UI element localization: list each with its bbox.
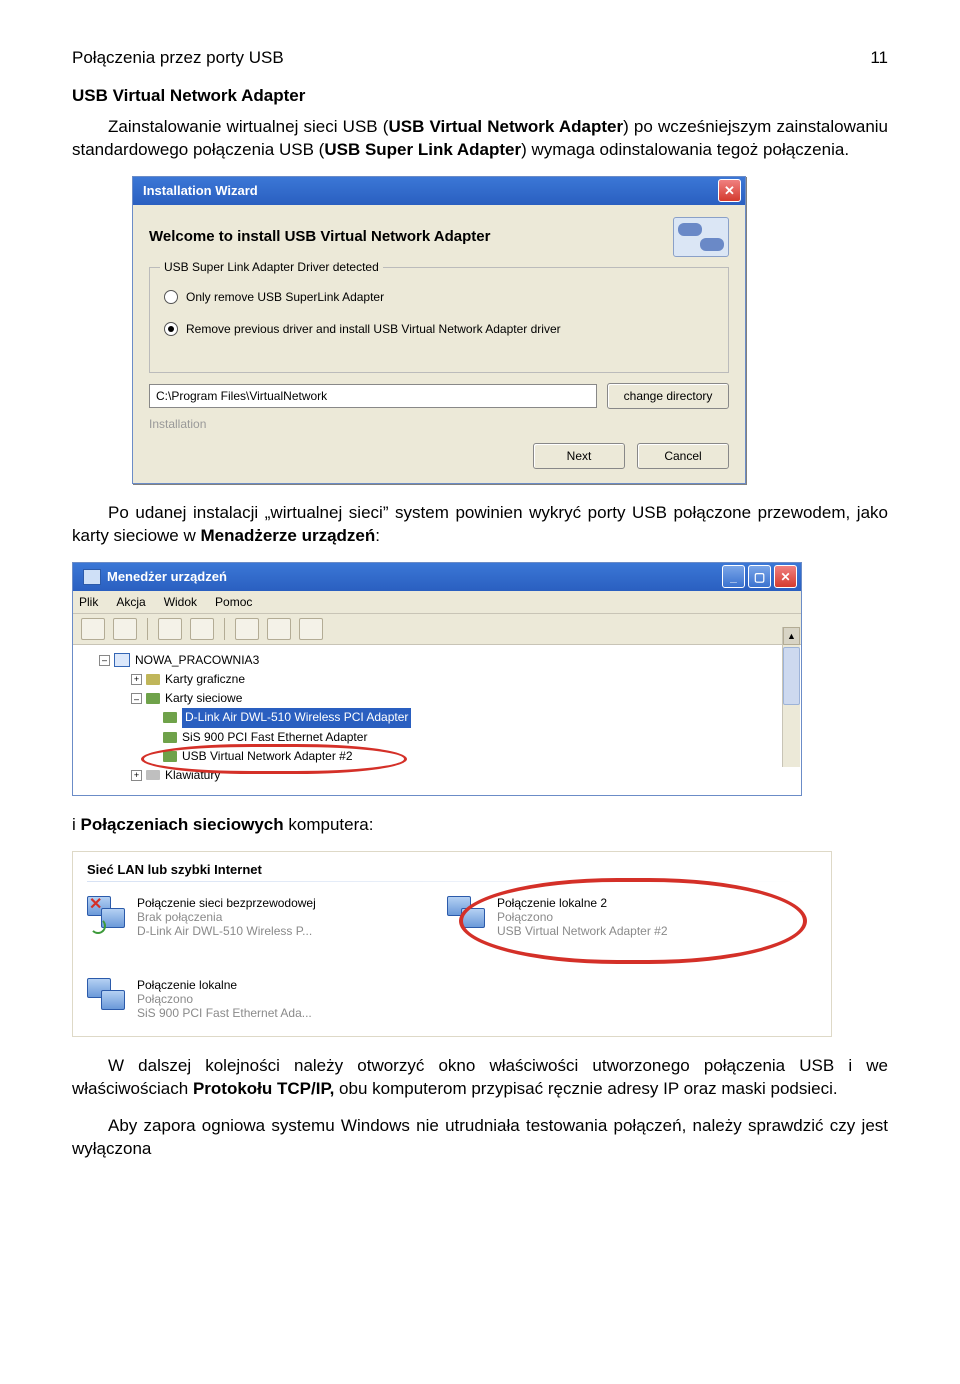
maximize-icon[interactable]: ▢: [748, 565, 771, 588]
lan-connection-icon: [87, 978, 127, 1014]
network-adapter-icon: [163, 732, 177, 743]
scrollbar[interactable]: ▲: [782, 627, 800, 767]
back-icon[interactable]: [81, 618, 105, 640]
tree-node-network[interactable]: –Karty sieciowe: [81, 689, 793, 708]
toolbar-icon[interactable]: [158, 618, 182, 640]
paragraph-1: Zainstalowanie wirtualnej sieci USB (USB…: [72, 116, 888, 162]
paragraph-2: Po udanej instalacji „wirtualnej sieci” …: [72, 502, 888, 548]
paragraph-3: i Połączeniach sieciowych komputera:: [72, 814, 888, 837]
device-tree: –NOWA_PRACOWNIA3 +Karty graficzne –Karty…: [73, 645, 801, 795]
radio-icon: [164, 290, 178, 304]
menu-file[interactable]: Plik: [79, 595, 98, 609]
menu-action[interactable]: Akcja: [116, 595, 145, 609]
connection-wireless[interactable]: ✕ Połączenie sieci bezprzewodowej Brak p…: [87, 896, 407, 938]
disconnected-icon: ✕: [89, 898, 103, 912]
network-connections-panel: Sieć LAN lub szybki Internet ✕ Połączeni…: [72, 851, 832, 1037]
paragraph-5: Aby zapora ogniowa systemu Windows nie u…: [72, 1115, 888, 1161]
group-legend: USB Super Link Adapter Driver detected: [160, 260, 383, 274]
page-header: Połączenia przez porty USB 11: [72, 48, 888, 68]
tree-node-keyboards[interactable]: +Klawiatury: [81, 766, 793, 785]
wizard-titlebar: Installation Wizard ✕: [133, 177, 745, 205]
network-adapter-icon: [146, 693, 160, 704]
wizard-welcome-text: Welcome to install USB Virtual Network A…: [149, 228, 490, 247]
network-adapter-icon: [163, 712, 177, 723]
computer-icon: [114, 653, 130, 667]
connection-local-2[interactable]: Połączenie lokalne 2 Połączono USB Virtu…: [447, 896, 767, 938]
driver-detected-group: USB Super Link Adapter Driver detected O…: [149, 267, 729, 373]
computer-icon: [83, 569, 101, 585]
lan-connection-icon: [447, 896, 487, 932]
header-title: Połączenia przez porty USB: [72, 48, 284, 68]
devmgr-title: Menedżer urządzeń: [107, 569, 227, 584]
install-path-input[interactable]: C:\Program Files\VirtualNetwork: [149, 384, 597, 408]
network-adapter-icon: [163, 751, 177, 762]
wifi-icon: [90, 918, 106, 934]
scroll-thumb[interactable]: [783, 647, 800, 705]
close-icon[interactable]: ✕: [774, 565, 797, 588]
devmgr-titlebar: Menedżer urządzeń _ ▢ ✕: [73, 563, 801, 591]
devmgr-menubar: Plik Akcja Widok Pomoc: [73, 591, 801, 614]
usb-link-icon: [673, 217, 729, 257]
page-number: 11: [870, 48, 888, 68]
forward-icon[interactable]: [113, 618, 137, 640]
device-manager-window: Menedżer urządzeń _ ▢ ✕ Plik Akcja Widok…: [72, 562, 802, 796]
tree-item[interactable]: SiS 900 PCI Fast Ethernet Adapter: [81, 728, 793, 747]
connection-local[interactable]: Połączenie lokalne Połączono SiS 900 PCI…: [87, 978, 407, 1020]
scroll-up-icon[interactable]: ▲: [783, 627, 800, 645]
close-icon[interactable]: ✕: [718, 179, 741, 202]
tree-item-usb-virtual[interactable]: USB Virtual Network Adapter #2: [81, 747, 793, 766]
menu-help[interactable]: Pomoc: [215, 595, 252, 609]
radio-icon: [164, 322, 178, 336]
tree-root[interactable]: –NOWA_PRACOWNIA3: [81, 651, 793, 670]
cancel-button[interactable]: Cancel: [637, 443, 729, 469]
wireless-connection-icon: ✕: [87, 896, 127, 932]
wizard-title: Installation Wizard: [143, 183, 258, 198]
radio-remove-only[interactable]: Only remove USB SuperLink Adapter: [164, 290, 714, 304]
radio-remove-install[interactable]: Remove previous driver and install USB V…: [164, 322, 714, 336]
change-directory-button[interactable]: change directory: [607, 383, 729, 409]
toolbar-icon[interactable]: [190, 618, 214, 640]
section-title: Sieć LAN lub szybki Internet: [87, 862, 817, 877]
display-adapter-icon: [146, 674, 160, 685]
devmgr-toolbar: [73, 614, 801, 645]
tree-node-graphics[interactable]: +Karty graficzne: [81, 670, 793, 689]
menu-view[interactable]: Widok: [164, 595, 197, 609]
section-subtitle: USB Virtual Network Adapter: [72, 86, 888, 106]
installation-wizard-window: Installation Wizard ✕ Welcome to install…: [132, 176, 746, 484]
toolbar-icon[interactable]: [235, 618, 259, 640]
toolbar-icon[interactable]: [299, 618, 323, 640]
keyboard-icon: [146, 770, 160, 780]
minimize-icon[interactable]: _: [722, 565, 745, 588]
next-button[interactable]: Next: [533, 443, 625, 469]
toolbar-icon[interactable]: [267, 618, 291, 640]
tree-item[interactable]: D-Link Air DWL-510 Wireless PCI Adapter: [81, 708, 793, 727]
paragraph-4: W dalszej kolejności należy otworzyć okn…: [72, 1055, 888, 1101]
installation-label: Installation: [149, 417, 729, 431]
